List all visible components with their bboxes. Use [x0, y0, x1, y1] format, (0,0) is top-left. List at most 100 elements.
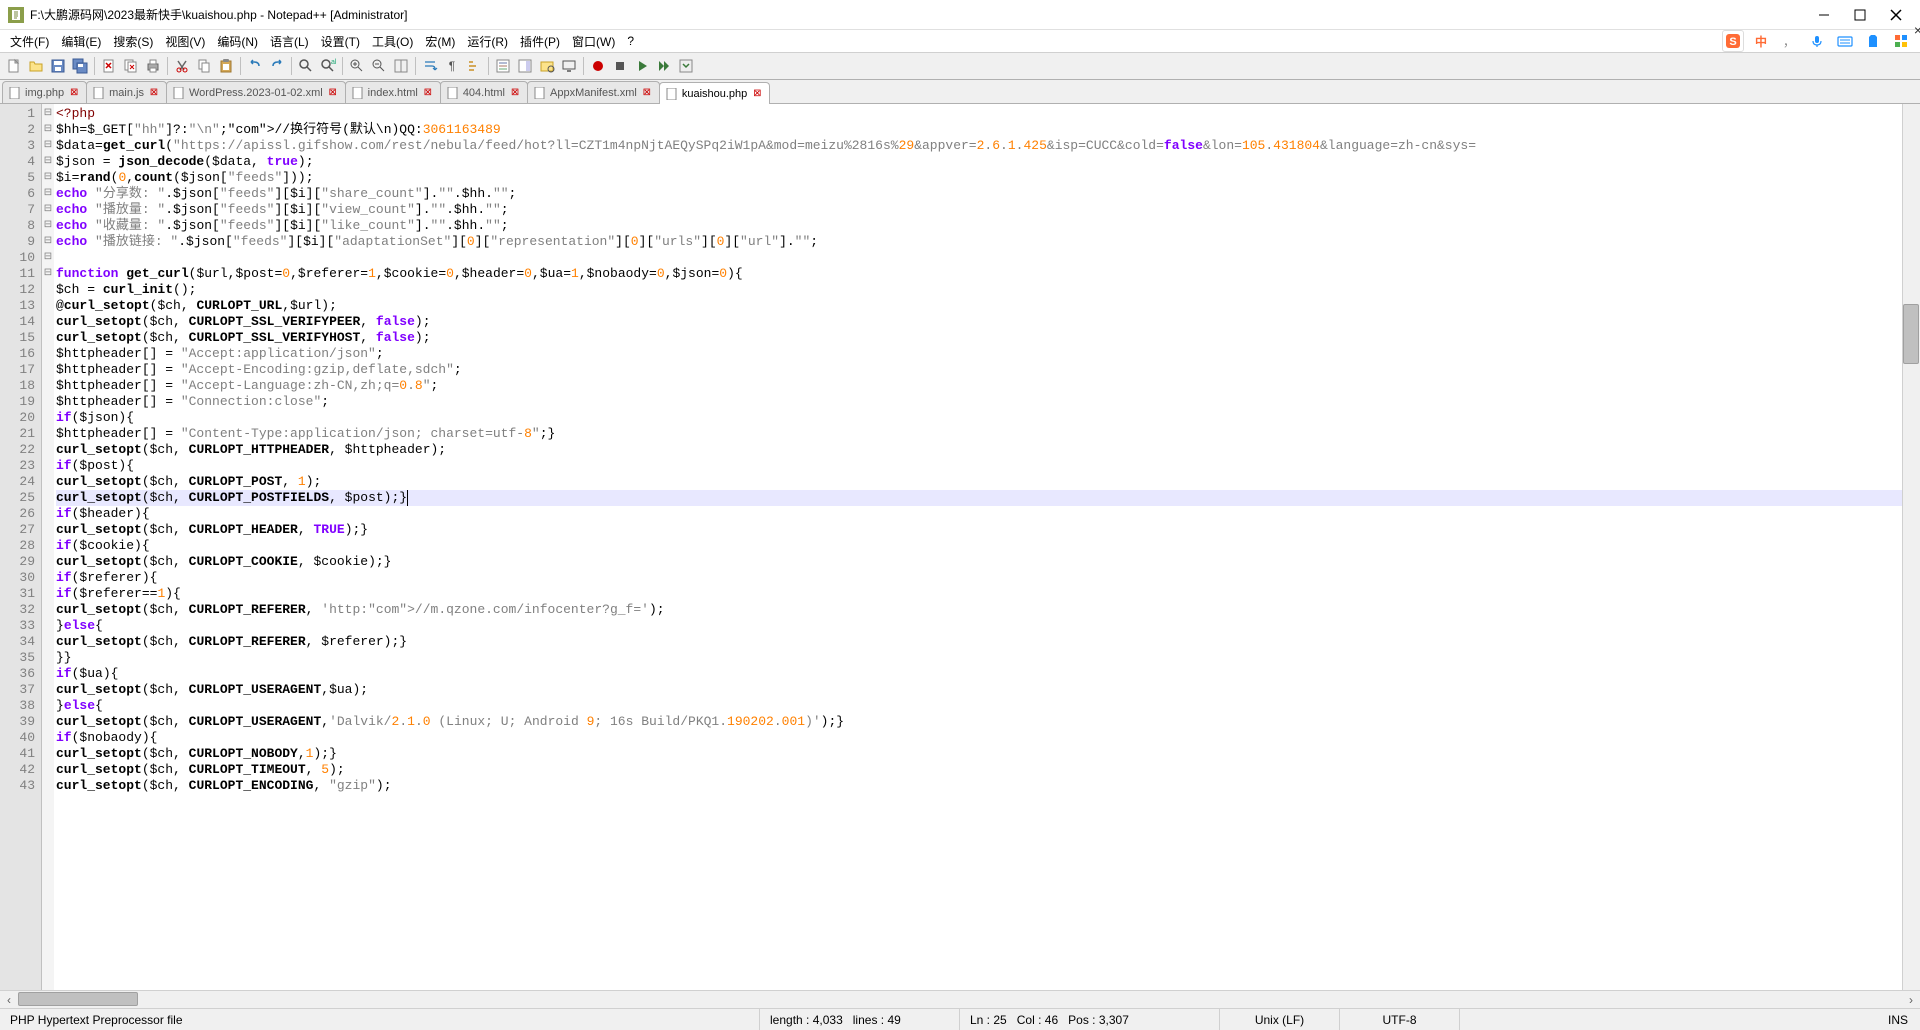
menu-tools[interactable]: 工具(O) [366, 31, 419, 52]
tab-close-icon[interactable]: ⊠ [148, 87, 160, 99]
file-icon [447, 87, 459, 99]
minimize-button[interactable] [1816, 7, 1832, 23]
horizontal-scrollbar[interactable]: ‹ › [0, 990, 1920, 1008]
status-filetype: PHP Hypertext Preprocessor file [0, 1009, 760, 1030]
menu-run[interactable]: 运行(R) [461, 31, 514, 52]
menu-help[interactable]: ? [621, 32, 640, 50]
doc-map-icon[interactable] [515, 56, 535, 76]
status-length: length : 4,033 lines : 49 [760, 1009, 960, 1030]
function-list-icon[interactable] [493, 56, 513, 76]
print-icon[interactable] [143, 56, 163, 76]
menu-edit[interactable]: 编辑(E) [55, 31, 107, 52]
file-icon [9, 87, 21, 99]
tab-close-icon[interactable]: ⊠ [68, 87, 80, 99]
file-icon [666, 88, 678, 100]
status-encoding[interactable]: UTF-8 [1340, 1009, 1460, 1030]
paste-icon[interactable] [216, 56, 236, 76]
menu-macro[interactable]: 宏(M) [419, 31, 461, 52]
find-icon[interactable] [296, 56, 316, 76]
code-area[interactable]: <?php$hh=$_GET["hh"]?:"\n";"com">//换行符号(… [54, 104, 1902, 990]
zoom-in-icon[interactable] [347, 56, 367, 76]
tab-img-php[interactable]: img.php⊠ [2, 81, 87, 103]
menubar-close-icon[interactable]: × [1914, 22, 1920, 38]
tab-index-html[interactable]: index.html⊠ [345, 81, 441, 103]
ime-grid-icon[interactable] [1890, 30, 1912, 52]
file-icon [534, 87, 546, 99]
window-title: F:\大鹏源码网\2023最新快手\kuaishou.php - Notepad… [30, 6, 1816, 23]
tab-close-icon[interactable]: ⊠ [327, 87, 339, 99]
new-file-icon[interactable] [4, 56, 24, 76]
save-icon[interactable] [48, 56, 68, 76]
menu-plugins[interactable]: 插件(P) [514, 31, 566, 52]
folder-workspace-icon[interactable] [537, 56, 557, 76]
menu-language[interactable]: 语言(L) [264, 31, 315, 52]
svg-text:ab: ab [331, 59, 336, 66]
scrollbar-thumb[interactable] [1903, 304, 1919, 364]
record-macro-icon[interactable] [588, 56, 608, 76]
close-button[interactable] [1888, 7, 1904, 23]
sogou-icon[interactable]: S [1722, 30, 1744, 52]
menu-view[interactable]: 视图(V) [159, 31, 211, 52]
sync-vert-icon[interactable] [391, 56, 411, 76]
tab-kuaishou-php[interactable]: kuaishou.php ⊠ [659, 82, 770, 104]
ime-punct-icon[interactable]: ， [1778, 30, 1800, 52]
menu-search[interactable]: 搜索(S) [107, 31, 159, 52]
file-icon [93, 87, 105, 99]
word-wrap-icon[interactable] [420, 56, 440, 76]
playback-multi-icon[interactable] [654, 56, 674, 76]
ime-toolbar: S 中 ， [1722, 30, 1912, 52]
vertical-scrollbar[interactable] [1902, 104, 1920, 990]
stop-macro-icon[interactable] [610, 56, 630, 76]
replace-icon[interactable]: ab [318, 56, 338, 76]
tab-wordpress-xml[interactable]: WordPress.2023-01-02.xml⊠ [166, 81, 346, 103]
menubar: 文件(F) 编辑(E) 搜索(S) 视图(V) 编码(N) 语言(L) 设置(T… [0, 30, 1920, 52]
tab-label: AppxManifest.xml [550, 87, 637, 99]
status-insert-mode[interactable]: INS [1460, 1009, 1920, 1030]
ime-lang-zh[interactable]: 中 [1750, 30, 1772, 52]
menu-file[interactable]: 文件(F) [4, 31, 55, 52]
svg-text:S: S [1729, 36, 1736, 48]
app-icon [8, 7, 24, 23]
cut-icon[interactable] [172, 56, 192, 76]
indent-guide-icon[interactable] [464, 56, 484, 76]
tab-close-icon[interactable]: ⊠ [641, 87, 653, 99]
toolbar: ab ¶ [0, 52, 1920, 80]
menu-window[interactable]: 窗口(W) [566, 31, 621, 52]
close-all-icon[interactable] [121, 56, 141, 76]
close-file-icon[interactable] [99, 56, 119, 76]
scrollbar-thumb[interactable] [18, 992, 138, 1006]
save-all-icon[interactable] [70, 56, 90, 76]
fold-column[interactable]: ⊟⊟⊟⊟⊟⊟⊟⊟⊟⊟⊟ [42, 104, 54, 990]
maximize-button[interactable] [1852, 7, 1868, 23]
status-position: Ln : 25 Col : 46 Pos : 3,307 [960, 1009, 1220, 1030]
status-eol[interactable]: Unix (LF) [1220, 1009, 1340, 1030]
ime-keyboard-icon[interactable] [1834, 30, 1856, 52]
tab-label: 404.html [463, 87, 505, 99]
menu-settings[interactable]: 设置(T) [315, 31, 366, 52]
tab-404-html[interactable]: 404.html ⊠ [440, 81, 528, 103]
tab-main-js[interactable]: main.js⊠ [86, 81, 167, 103]
redo-icon[interactable] [267, 56, 287, 76]
ime-mic-icon[interactable] [1806, 30, 1828, 52]
tab-appxmanifest-xml[interactable]: AppxManifest.xml ⊠ [527, 81, 660, 103]
scroll-left-arrow[interactable]: ‹ [0, 992, 18, 1008]
show-all-chars-icon[interactable]: ¶ [442, 56, 462, 76]
document-tabs: img.php⊠ main.js⊠ WordPress.2023-01-02.x… [0, 80, 1920, 104]
monitor-icon[interactable] [559, 56, 579, 76]
copy-icon[interactable] [194, 56, 214, 76]
tab-close-icon[interactable]: ⊠ [422, 87, 434, 99]
scroll-right-arrow[interactable]: › [1902, 992, 1920, 1008]
menu-encoding[interactable]: 编码(N) [211, 31, 264, 52]
tab-label: kuaishou.php [682, 88, 747, 100]
undo-icon[interactable] [245, 56, 265, 76]
tab-close-icon[interactable]: ⊠ [751, 88, 763, 100]
line-number-gutter: 1234567891011121314151617181920212223242… [0, 104, 42, 990]
tab-close-icon[interactable]: ⊠ [509, 87, 521, 99]
ime-skin-icon[interactable] [1862, 30, 1884, 52]
open-file-icon[interactable] [26, 56, 46, 76]
save-macro-icon[interactable] [676, 56, 696, 76]
play-macro-icon[interactable] [632, 56, 652, 76]
zoom-out-icon[interactable] [369, 56, 389, 76]
file-icon [173, 87, 185, 99]
scrollbar-track[interactable] [18, 992, 1902, 1008]
